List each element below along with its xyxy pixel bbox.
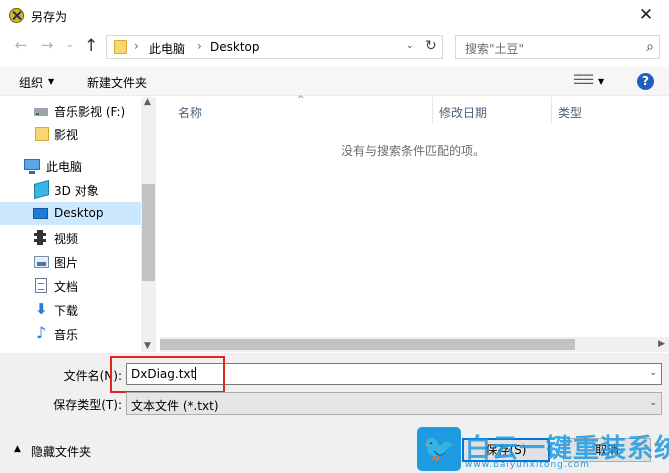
column-header-name[interactable]: 名称 xyxy=(178,104,202,121)
scrollbar-thumb[interactable] xyxy=(160,339,575,350)
sidebar-item-label: 音乐影视 (F:) xyxy=(54,105,126,119)
sidebar-item-desktop[interactable]: Desktop xyxy=(0,202,141,225)
sidebar-item-music-video-drive[interactable]: 音乐影视 (F:) xyxy=(0,99,141,122)
title-bar: 另存为 ✕ xyxy=(0,0,669,31)
refresh-icon[interactable]: ↻ xyxy=(425,38,437,54)
column-header-date-modified[interactable]: 修改日期 xyxy=(439,104,487,121)
sidebar-item-label: 此电脑 xyxy=(46,160,83,174)
documents-icon xyxy=(35,278,47,293)
sidebar-item-label: Desktop xyxy=(54,206,104,220)
address-bar[interactable]: › 此电脑 › Desktop ⌄ ↻ xyxy=(106,35,443,59)
watermark-url: www.baiyunxitong.com xyxy=(465,460,590,470)
new-folder-button[interactable]: 新建文件夹 xyxy=(87,74,147,91)
drive-icon xyxy=(34,108,48,116)
scroll-down-icon[interactable]: ▼ xyxy=(144,341,151,351)
sidebar-item-pictures[interactable]: 图片 xyxy=(0,250,141,273)
video-icon xyxy=(34,230,46,245)
chevron-down-icon[interactable]: ⌄ xyxy=(649,368,657,378)
chevron-right-icon[interactable]: › xyxy=(197,39,202,53)
sidebar-item-documents[interactable]: 文档 xyxy=(0,274,141,297)
chevron-up-icon[interactable]: ▲ xyxy=(14,444,21,454)
sidebar-item-label: 影视 xyxy=(54,128,79,142)
column-header-type[interactable]: 类型 xyxy=(558,104,582,121)
app-icon xyxy=(9,8,24,23)
computer-icon xyxy=(24,159,40,174)
sidebar-item-label: 3D 对象 xyxy=(54,184,99,198)
forward-button[interactable]: → xyxy=(36,36,58,54)
view-options-icon[interactable]: ☰☰ xyxy=(573,73,594,88)
back-button[interactable]: ← xyxy=(10,36,32,54)
filename-label: 文件名(N): xyxy=(63,369,122,383)
desktop-icon xyxy=(33,208,48,219)
up-button[interactable]: ↑ xyxy=(84,36,98,56)
filetype-select[interactable]: 文本文件 (*.txt) ⌄ xyxy=(126,392,662,415)
empty-state-message: 没有与搜索条件匹配的项。 xyxy=(341,144,486,158)
sidebar-item-label: 图片 xyxy=(54,256,79,270)
scroll-right-icon[interactable]: ▶ xyxy=(658,339,665,349)
horizontal-scrollbar[interactable]: ▶ xyxy=(160,337,669,352)
chevron-down-icon[interactable]: ⌄ xyxy=(649,398,657,408)
sidebar-item-videos[interactable]: 视频 xyxy=(0,226,141,249)
sidebar-item-downloads[interactable]: ⬇ 下载 xyxy=(0,298,141,321)
help-icon[interactable]: ? xyxy=(637,73,654,90)
sidebar-item-3d-objects[interactable]: 3D 对象 xyxy=(0,178,141,201)
column-divider[interactable] xyxy=(551,97,552,123)
sort-ascending-icon: ^ xyxy=(297,95,305,105)
pictures-icon xyxy=(34,256,49,268)
caret-down-icon[interactable]: ▼ xyxy=(598,77,604,86)
breadcrumb-this-pc[interactable]: 此电脑 xyxy=(149,40,185,57)
sidebar-item-music[interactable]: ♪ 音乐 xyxy=(0,322,141,345)
sidebar-item-label: 视频 xyxy=(54,232,79,246)
folder-icon xyxy=(35,127,49,141)
sidebar-item-label: 音乐 xyxy=(54,328,79,342)
sidebar-item-label: 文档 xyxy=(54,280,79,294)
navigation-pane: 音乐影视 (F:) 影视 此电脑 3D 对象 Desktop 视频 图片 文档 xyxy=(0,97,156,352)
column-divider[interactable] xyxy=(432,97,433,123)
hide-folders-toggle[interactable]: 隐藏文件夹 xyxy=(31,443,91,460)
sidebar-item-label: 下载 xyxy=(54,304,79,318)
window-title: 另存为 xyxy=(31,10,68,24)
close-button[interactable]: ✕ xyxy=(623,0,669,31)
search-input[interactable]: 搜索"土豆" ⌕ xyxy=(455,35,660,59)
music-icon: ♪ xyxy=(36,323,47,342)
highlight-box xyxy=(110,356,225,393)
bird-logo-icon: 🐦 xyxy=(417,427,461,471)
organize-button[interactable]: 组织 xyxy=(19,74,43,91)
3d-objects-icon xyxy=(34,179,49,200)
folder-icon xyxy=(114,40,127,54)
search-placeholder: 搜索"土豆" xyxy=(465,42,525,56)
chevron-right-icon[interactable]: › xyxy=(134,39,139,53)
caret-down-icon[interactable]: ▼ xyxy=(48,77,54,86)
save-as-dialog: 另存为 ✕ ← → ⌄ ↑ › 此电脑 › Desktop ⌄ ↻ 搜索"土豆"… xyxy=(0,0,669,473)
navigation-scrollbar[interactable]: ▲ ▼ xyxy=(141,97,156,352)
filetype-value: 文本文件 (*.txt) xyxy=(131,399,219,413)
breadcrumb-desktop[interactable]: Desktop xyxy=(210,40,260,54)
watermark: 🐦 白云一键重装系统 www.baiyunxitong.com xyxy=(417,427,669,473)
file-list[interactable]: ^ 名称 修改日期 类型 没有与搜索条件匹配的项。 xyxy=(160,95,669,352)
recent-locations-dropdown[interactable]: ⌄ xyxy=(66,40,74,50)
scrollbar-thumb[interactable] xyxy=(142,184,155,281)
command-bar: 组织 ▼ 新建文件夹 ☰☰ ▼ ? xyxy=(0,67,669,96)
scroll-up-icon[interactable]: ▲ xyxy=(144,97,151,107)
downloads-icon: ⬇ xyxy=(35,300,48,318)
filetype-label: 保存类型(T): xyxy=(53,398,122,412)
search-icon[interactable]: ⌕ xyxy=(646,39,654,55)
save-options-panel: 文件名(N): DxDiag.txt ⌄ 保存类型(T): 文本文件 (*.tx… xyxy=(0,353,669,435)
sidebar-item-this-pc[interactable]: 此电脑 xyxy=(0,154,141,177)
address-dropdown[interactable]: ⌄ xyxy=(406,41,414,51)
sidebar-item-movies[interactable]: 影视 xyxy=(0,122,141,145)
